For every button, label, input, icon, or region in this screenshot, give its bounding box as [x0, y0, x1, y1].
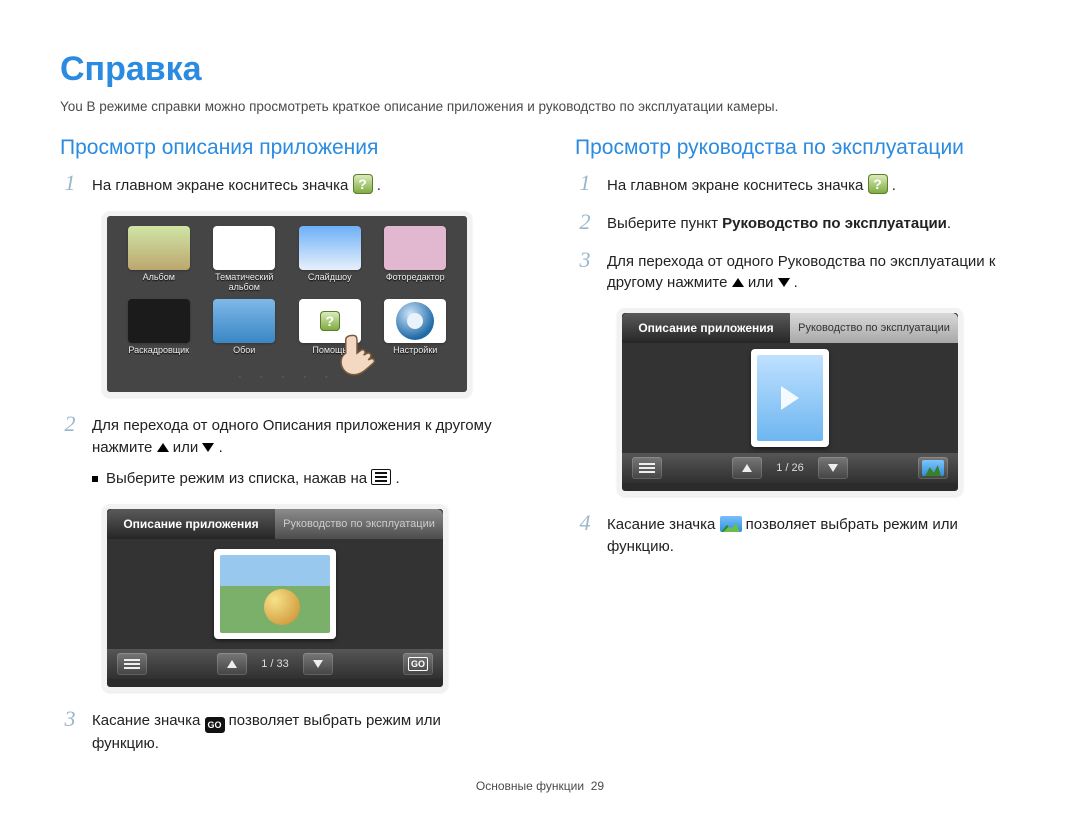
prev-button[interactable]	[732, 457, 762, 479]
step4ra: Касание значка	[607, 516, 715, 533]
tab-user-manual[interactable]: Руководство по эксплуатации	[790, 313, 958, 343]
list-button[interactable]	[117, 653, 147, 675]
mode-button[interactable]	[918, 457, 948, 479]
page-title: Справка	[60, 50, 1020, 89]
step2-text: Для перехода от одного Описания приложен…	[92, 417, 492, 456]
tile-settings[interactable]	[384, 299, 446, 343]
step2rb: Руководство по эксплуатации	[722, 215, 947, 232]
page-intro: You В режиме справки можно просмотреть к…	[60, 99, 1020, 114]
arrow-up-icon	[732, 278, 744, 287]
column-app-description: Просмотр описания приложения 1 На главно…	[60, 136, 505, 769]
tab-user-manual[interactable]: Руководство по эксплуатации	[275, 509, 443, 539]
bullet-text: Выберите режим из списка, нажав на	[106, 470, 367, 487]
step3a-text: Касание значка	[92, 712, 200, 729]
column-user-manual: Просмотр руководства по эксплуатации 1 Н…	[575, 136, 1020, 769]
picture-icon	[922, 460, 944, 476]
preview-frame	[751, 349, 829, 447]
tab-app-description[interactable]: Описание приложения	[107, 509, 275, 539]
gear-icon	[396, 302, 434, 340]
step-4-right: 4 Касание значка позволяет выбрать режим…	[575, 512, 1020, 558]
picture-icon	[720, 516, 742, 532]
list-button[interactable]	[632, 457, 662, 479]
tile-theme-album[interactable]	[213, 226, 275, 270]
tile-storyboard[interactable]	[128, 299, 190, 343]
tile-slideshow[interactable]	[299, 226, 361, 270]
user-manual-screen: Описание приложения Руководство по экспл…	[617, 308, 963, 496]
step-3-left: 3 Касание значка GO позволяет выбрать ре…	[60, 708, 505, 755]
arrow-up-icon	[157, 443, 169, 452]
next-button[interactable]	[303, 653, 333, 675]
page-counter: 1 / 33	[255, 658, 295, 670]
go-icon: GO	[205, 717, 225, 733]
step1r-text: На главном экране коснитесь значка	[607, 177, 863, 194]
page-footer: Основные функции 29	[0, 779, 1080, 793]
preview-frame	[214, 549, 336, 639]
step2ra: Выберите пункт	[607, 215, 722, 232]
tile-photoeditor[interactable]	[384, 226, 446, 270]
help-icon	[353, 174, 373, 194]
help-icon	[868, 174, 888, 194]
step-1-right: 1 На главном экране коснитесь значка .	[575, 172, 1020, 197]
page-dots: • • • • •	[119, 372, 455, 382]
tile-wallpaper[interactable]	[213, 299, 275, 343]
step-1-left: 1 На главном экране коснитесь значка .	[60, 172, 505, 197]
photo-thumb-icon	[220, 555, 330, 633]
section-heading-left: Просмотр описания приложения	[60, 136, 505, 160]
video-thumb-icon	[757, 355, 823, 441]
step-2-left: 2 Для перехода от одного Описания прилож…	[60, 413, 505, 490]
section-heading-right: Просмотр руководства по эксплуатации	[575, 136, 1020, 160]
step-2-right: 2 Выберите пункт Руководство по эксплуат…	[575, 211, 1020, 235]
list-icon	[371, 469, 391, 485]
page-counter: 1 / 26	[770, 462, 810, 474]
app-description-screen: Описание приложения Руководство по экспл…	[102, 504, 448, 692]
arrow-down-icon	[778, 278, 790, 287]
go-button[interactable]: GO	[403, 653, 433, 675]
step1-text: На главном экране коснитесь значка	[92, 177, 348, 194]
step-3-right: 3 Для перехода от одного Руководства по …	[575, 249, 1020, 295]
tile-help[interactable]	[299, 299, 361, 343]
arrow-down-icon	[202, 443, 214, 452]
home-screen-mock: Альбом Тематический альбом Слайдшоу Фото…	[102, 211, 472, 397]
tile-album[interactable]	[128, 226, 190, 270]
prev-button[interactable]	[217, 653, 247, 675]
tab-app-description[interactable]: Описание приложения	[622, 313, 790, 343]
next-button[interactable]	[818, 457, 848, 479]
step3r-text: Для перехода от одного Руководства по эк…	[607, 253, 995, 292]
